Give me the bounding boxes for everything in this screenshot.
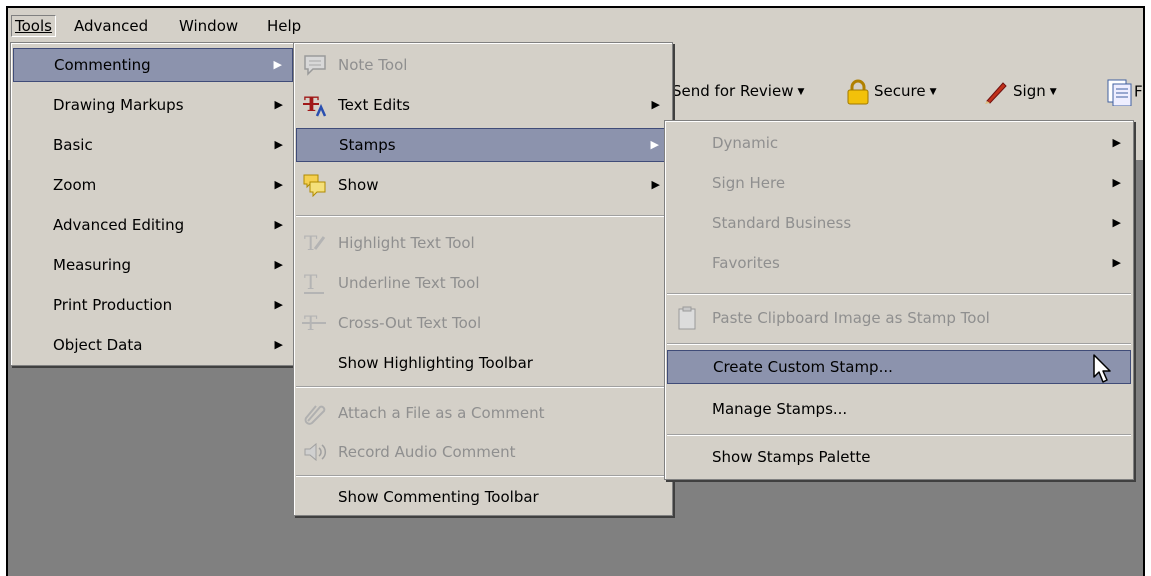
menu-item-paste-clipboard-stamp[interactable]: Paste Clipboard Image as Stamp Tool (667, 301, 1131, 335)
menu-item-commenting[interactable]: Commenting ▶ (13, 48, 293, 82)
underline-icon: T (304, 271, 324, 294)
send-for-review-button[interactable]: Send for Review ▼ (672, 78, 804, 104)
commenting-submenu: Note Tool T Text Edits ▶ Stamps ▶ Show ▶ T (293, 42, 673, 516)
forms-icon (1107, 79, 1132, 107)
submenu-arrow-icon: ▶ (1112, 136, 1121, 149)
menu-item-note-tool[interactable]: Note Tool (296, 48, 670, 82)
text-edits-icon: T (303, 93, 327, 117)
menu-help[interactable]: Help (264, 15, 304, 37)
clipboard-icon (678, 306, 696, 330)
speaker-icon (304, 442, 327, 462)
menu-item-zoom[interactable]: Zoom ▶ (13, 168, 293, 202)
dropdown-arrow-icon: ▼ (929, 86, 937, 97)
menu-item-manage-stamps[interactable]: Manage Stamps... (667, 392, 1131, 426)
menu-item-show-stamps-palette[interactable]: Show Stamps Palette (667, 440, 1131, 474)
menu-tools[interactable]: Tools (11, 15, 56, 37)
dropdown-arrow-icon: ▼ (797, 86, 805, 97)
menu-item-show-highlighting-toolbar[interactable]: Show Highlighting Toolbar (296, 346, 670, 380)
submenu-arrow-icon: ▶ (274, 338, 283, 351)
menu-item-favorites[interactable]: Favorites ▶ (667, 246, 1131, 280)
submenu-arrow-icon: ▶ (274, 178, 283, 191)
menu-item-attach-file-comment[interactable]: Attach a File as a Comment (296, 396, 670, 430)
menu-item-basic[interactable]: Basic ▶ (13, 128, 293, 162)
submenu-arrow-icon: ▶ (274, 98, 283, 111)
submenu-arrow-icon: ▶ (650, 138, 659, 151)
menu-item-show[interactable]: Show ▶ (296, 168, 670, 202)
menu-item-advanced-editing[interactable]: Advanced Editing ▶ (13, 208, 293, 242)
dropdown-arrow-icon: ▼ (1049, 86, 1057, 97)
sign-button[interactable]: Sign ▼ (983, 78, 1057, 104)
separator (296, 386, 670, 388)
menu-item-sign-here[interactable]: Sign Here ▶ (667, 166, 1131, 200)
menu-item-stamps[interactable]: Stamps ▶ (296, 128, 670, 162)
separator (667, 343, 1131, 345)
mouse-cursor-icon (1093, 354, 1111, 383)
secure-button[interactable]: Secure ▼ (846, 78, 937, 104)
svg-text:T: T (304, 271, 318, 294)
tools-menu: Commenting ▶ Drawing Markups ▶ Basic ▶ Zoom… (10, 42, 296, 366)
highlight-icon: T (304, 231, 326, 255)
stamps-submenu: Dynamic ▶ Sign Here ▶ Standard Business ▶ F… (664, 120, 1134, 480)
menu-item-cross-out-text-tool[interactable]: T Cross-Out Text Tool (296, 306, 670, 340)
submenu-arrow-icon: ▶ (651, 178, 660, 191)
separator (296, 475, 670, 477)
submenu-arrow-icon: ▶ (274, 258, 283, 271)
paperclip-icon (304, 405, 326, 425)
submenu-arrow-icon: ▶ (651, 98, 660, 111)
lock-icon (847, 79, 869, 104)
menu-item-drawing-markups[interactable]: Drawing Markups ▶ (13, 88, 293, 122)
submenu-arrow-icon: ▶ (273, 58, 282, 71)
submenu-arrow-icon: ▶ (1112, 176, 1121, 189)
menubar: Tools Advanced Window Help (8, 8, 1143, 42)
menu-item-measuring[interactable]: Measuring ▶ (13, 248, 293, 282)
menu-item-create-custom-stamp[interactable]: Create Custom Stamp... (667, 350, 1131, 384)
forms-button[interactable]: Fo (1106, 78, 1143, 107)
menu-item-underline-text-tool[interactable]: T Underline Text Tool (296, 266, 670, 300)
menu-item-object-data[interactable]: Object Data ▶ (13, 328, 293, 362)
submenu-arrow-icon: ▶ (274, 138, 283, 151)
menu-item-text-edits[interactable]: T Text Edits ▶ (296, 88, 670, 122)
menu-item-standard-business[interactable]: Standard Business ▶ (667, 206, 1131, 240)
menu-item-highlight-text-tool[interactable]: T Highlight Text Tool (296, 226, 670, 260)
menu-item-show-commenting-toolbar[interactable]: Show Commenting Toolbar (296, 480, 670, 514)
note-icon (304, 55, 326, 76)
submenu-arrow-icon: ▶ (274, 298, 283, 311)
submenu-arrow-icon: ▶ (274, 218, 283, 231)
app-window: Tools Advanced Window Help Send for Revi… (6, 6, 1145, 576)
submenu-arrow-icon: ▶ (1112, 216, 1121, 229)
cross-out-icon: T (302, 311, 326, 335)
menu-item-print-production[interactable]: Print Production ▶ (13, 288, 293, 322)
menu-item-dynamic[interactable]: Dynamic ▶ (667, 126, 1131, 160)
separator (296, 215, 670, 217)
menu-window[interactable]: Window (176, 15, 241, 37)
submenu-arrow-icon: ▶ (1112, 256, 1121, 269)
pen-icon (985, 81, 1007, 104)
separator (667, 434, 1131, 436)
menu-advanced[interactable]: Advanced (71, 15, 151, 37)
menu-item-record-audio-comment[interactable]: Record Audio Comment (296, 435, 670, 469)
separator (667, 293, 1131, 295)
show-comments-icon (303, 174, 326, 197)
svg-text:T: T (304, 231, 318, 255)
